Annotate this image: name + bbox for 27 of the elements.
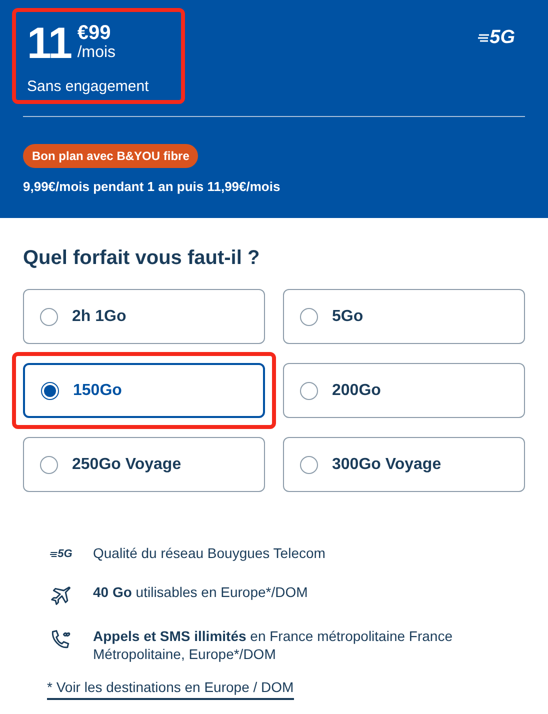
- phone-infinity-icon: [49, 628, 73, 650]
- plan-option[interactable]: 300Go Voyage: [283, 437, 525, 492]
- radio-button[interactable]: [40, 308, 58, 326]
- feature-text: Appels et SMS illimités en France métropolitaine France Métropolitaine, Europe*/DOM: [93, 626, 454, 662]
- plan-option[interactable]: 250Go Voyage: [23, 437, 265, 492]
- radio-button[interactable]: [300, 308, 318, 326]
- section-heading: Quel forfait vous faut-il ?: [23, 246, 261, 271]
- feature-text: 40 Go utilisables en Europe*/DOM: [93, 582, 309, 600]
- commitment-text: Sans engagement: [27, 77, 150, 97]
- radio-button[interactable]: [300, 382, 318, 400]
- five-g-logo: 5G: [478, 24, 515, 52]
- plan-option[interactable]: 5Go: [283, 289, 525, 344]
- price-cents: €99: [77, 22, 112, 44]
- radio-button[interactable]: [40, 456, 58, 474]
- promo-text: 9,99€/mois pendant 1 an puis 11,99€/mois: [23, 178, 282, 196]
- promo-badge: Bon plan avec B&YOU fibre: [23, 144, 198, 168]
- plan-option[interactable]: 150Go: [23, 363, 265, 418]
- five-g-logo: 5G: [50, 546, 72, 562]
- feature-text: Qualité du réseau Bouygues Telecom: [93, 544, 326, 562]
- plan-option[interactable]: 2h 1Go: [23, 289, 265, 344]
- price-period: /mois: [77, 44, 116, 62]
- plan-option[interactable]: 200Go: [283, 363, 525, 418]
- radio-button[interactable]: [300, 456, 318, 474]
- airplane-icon: [50, 584, 72, 606]
- destinations-link[interactable]: * Voir les destinations en Europe / DOM: [47, 676, 294, 700]
- price-whole: 11: [27, 22, 72, 66]
- radio-button[interactable]: [41, 382, 59, 400]
